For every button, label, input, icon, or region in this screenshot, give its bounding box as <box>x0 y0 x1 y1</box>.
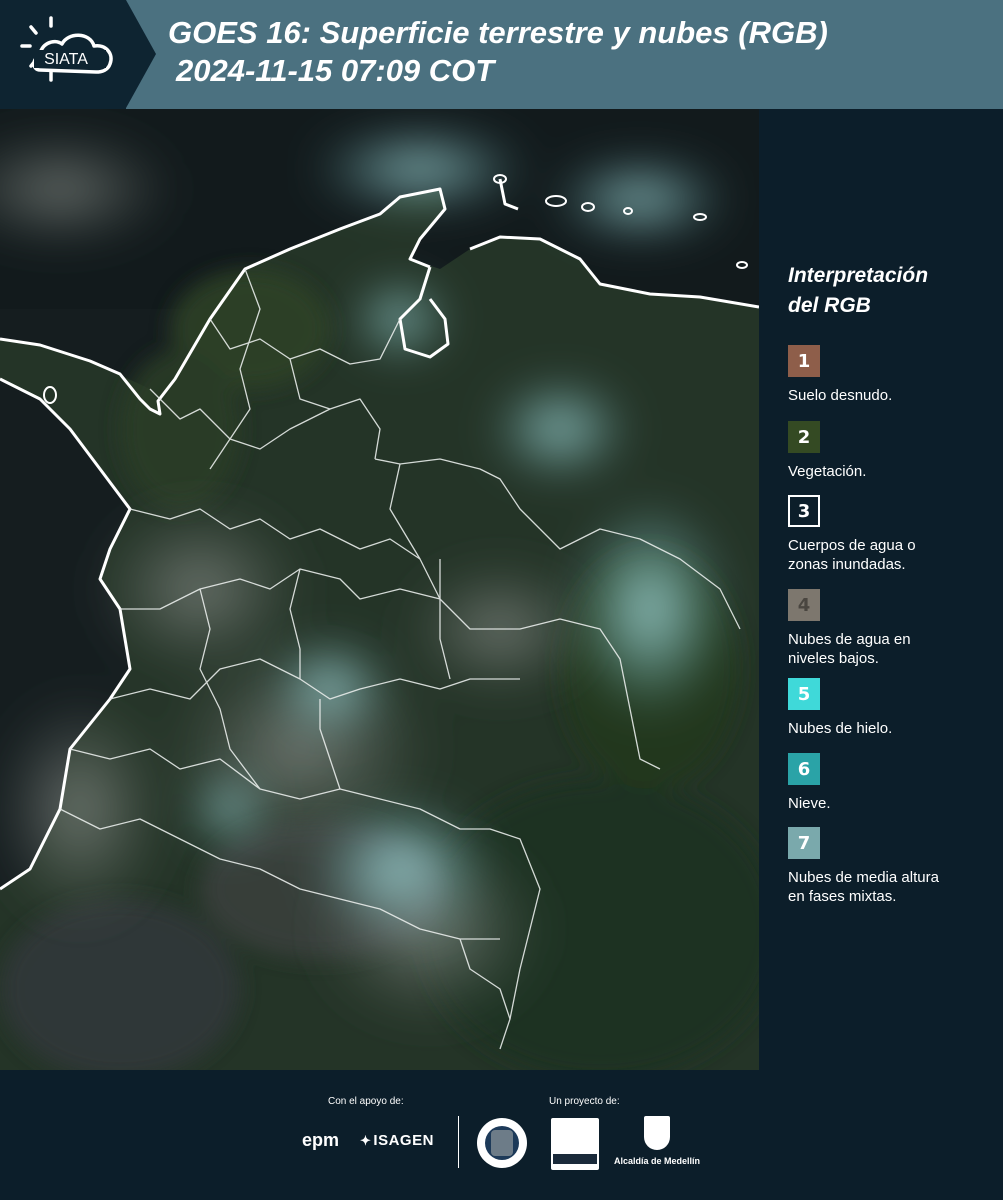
page-title: GOES 16: Superficie terrestre y nubes (R… <box>168 14 828 90</box>
legend-label: Nubes de media altura en fases mixtas. <box>788 869 939 905</box>
satellite-map <box>0 109 759 1070</box>
support-label: Con el apoyo de: <box>328 1096 404 1107</box>
legend-panel: Interpretación del RGB 1 Suelo desnudo. … <box>759 109 1003 1070</box>
logo-arrow-shape <box>126 0 156 108</box>
medellin-seal-logo <box>477 1118 527 1168</box>
legend-swatch: 7 <box>788 827 820 859</box>
legend-swatch: 5 <box>788 678 820 710</box>
legend-label: Nubes de agua en niveles bajos. <box>788 631 911 667</box>
siata-logo: SIATA <box>20 16 113 82</box>
legend-title-line-1: Interpretación <box>788 264 929 287</box>
legend-item-low-water-clouds: 4 Nubes de agua en niveles bajos. <box>788 589 988 668</box>
project-label: Un proyecto de: <box>549 1096 620 1107</box>
isagen-mark-icon: ✦ <box>360 1133 372 1148</box>
legend-item-bare-soil: 1 Suelo desnudo. <box>788 345 988 405</box>
isagen-logo: ✦ ISAGEN <box>360 1132 434 1149</box>
legend-swatch: 4 <box>788 589 820 621</box>
footer-divider <box>458 1116 459 1168</box>
header-bar: SIATA GOES 16: Superficie terrestre y nu… <box>0 0 1003 109</box>
legend-label: Nubes de hielo. <box>788 720 893 737</box>
legend-title-line-2: del RGB <box>788 294 871 317</box>
legend-item-mixed-phase-clouds: 7 Nubes de media altura en fases mixtas. <box>788 827 988 906</box>
legend-label: Suelo desnudo. <box>788 387 893 404</box>
legend-item-ice-clouds: 5 Nubes de hielo. <box>788 678 988 738</box>
legend-item-vegetation: 2 Vegetación. <box>788 421 988 481</box>
alcaldia-name: Alcaldía de Medellín <box>613 1156 701 1166</box>
footer: Con el apoyo de: Un proyecto de: epm ✦ IS… <box>0 1070 1003 1200</box>
legend-swatch: 1 <box>788 345 820 377</box>
logo-text: SIATA <box>44 51 88 68</box>
shield-icon <box>644 1116 670 1150</box>
legend-label: Cuerpos de agua o zonas inundadas. <box>788 537 916 573</box>
title-line-1: GOES 16: Superficie terrestre y nubes (R… <box>168 15 828 50</box>
epm-logo: epm <box>302 1130 340 1150</box>
legend-label: Nieve. <box>788 795 831 812</box>
legend-swatch: 3 <box>788 495 820 527</box>
alcaldia-medellin-logo: Alcaldía de Medellín <box>612 1116 702 1166</box>
title-timestamp: 2024-11-15 07:09 COT <box>176 53 495 88</box>
legend-title: Interpretación del RGB <box>788 261 988 321</box>
legend-swatch: 6 <box>788 753 820 785</box>
legend-swatch: 2 <box>788 421 820 453</box>
satellite-map-graphic <box>0 109 759 1070</box>
legend-label: Vegetación. <box>788 463 867 480</box>
legend-item-water-bodies: 3 Cuerpos de agua o zonas inundadas. <box>788 495 988 574</box>
legend-item-snow: 6 Nieve. <box>788 753 988 813</box>
area-metropolitana-logo <box>551 1118 599 1170</box>
